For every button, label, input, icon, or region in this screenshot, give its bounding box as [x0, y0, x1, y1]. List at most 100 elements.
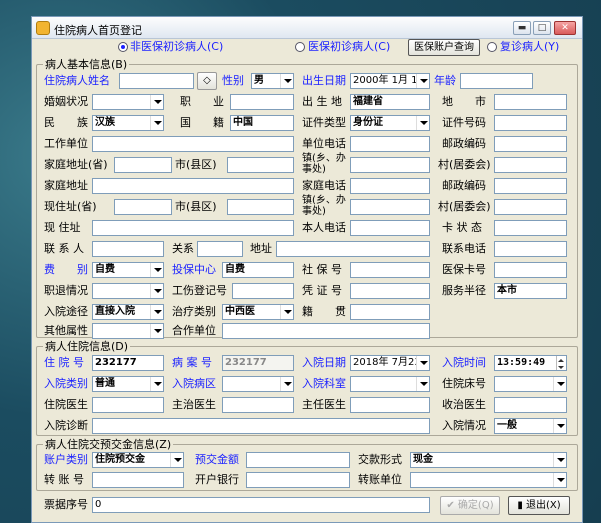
- admitting-doc-input[interactable]: [494, 397, 567, 413]
- treat-select[interactable]: 中西医: [222, 304, 294, 320]
- pay-type-select[interactable]: 现金: [410, 452, 567, 468]
- time-spin[interactable]: [556, 356, 565, 370]
- cardstatus-input[interactable]: [494, 220, 567, 236]
- pay-type-label: 交款形式: [358, 453, 402, 466]
- bank-input[interactable]: [246, 472, 350, 488]
- center-input[interactable]: 自费: [222, 262, 294, 278]
- fee-select[interactable]: 自费: [92, 262, 164, 278]
- zip2-label: 邮政编码: [442, 179, 486, 192]
- cur-town-label: 镇(乡、办事处): [302, 195, 346, 217]
- cur-province-input[interactable]: [114, 199, 172, 215]
- amount-input[interactable]: [246, 452, 350, 468]
- ss-input[interactable]: [350, 262, 430, 278]
- confirm-button[interactable]: ✔ 确定(Q): [440, 496, 500, 515]
- exit-button[interactable]: ▮ 退出(X): [508, 496, 570, 515]
- marital-select[interactable]: [92, 94, 164, 110]
- admit-type-select[interactable]: 普通: [92, 376, 164, 392]
- contactphone-label: 联系电话: [442, 242, 486, 255]
- radio-insured[interactable]: [295, 42, 305, 52]
- zip2-input[interactable]: [494, 178, 567, 194]
- case-no-label: 病 案 号: [172, 356, 212, 369]
- voucher-input[interactable]: [350, 283, 430, 299]
- relation-input[interactable]: [197, 241, 243, 257]
- home-address-label: 家庭地址: [44, 179, 88, 192]
- resident-doc-label: 住院医生: [44, 398, 88, 411]
- unitphone-input[interactable]: [350, 136, 430, 152]
- route-select[interactable]: 直接入院: [92, 304, 164, 320]
- home-province-label: 家庭地址(省): [44, 158, 108, 171]
- card-input[interactable]: [494, 262, 567, 278]
- cur-province-label: 现住址(省): [44, 200, 97, 213]
- amount-label: 预交金额: [195, 453, 239, 466]
- admit-date-select[interactable]: 2018年 7月23: [350, 355, 430, 371]
- homephone-input[interactable]: [350, 178, 430, 194]
- admit-no-input[interactable]: 232177: [92, 355, 164, 371]
- idtype-select[interactable]: 身份证: [350, 115, 430, 131]
- transfer-unit-select[interactable]: [410, 472, 567, 488]
- work-input[interactable]: [92, 136, 294, 152]
- selfphone-input[interactable]: [350, 220, 430, 236]
- card-icon: ◇: [203, 75, 211, 86]
- case-no-input[interactable]: 232177: [222, 355, 294, 371]
- age-input[interactable]: [460, 73, 533, 89]
- radio-revisit[interactable]: [487, 42, 497, 52]
- birthplace-input[interactable]: 福建省: [350, 94, 430, 110]
- title-bar: 住院病人首页登记 ▬ □ ✕: [32, 17, 582, 39]
- birth-date-select[interactable]: 2000年 1月 1: [350, 73, 430, 89]
- director-doc-input[interactable]: [350, 397, 430, 413]
- idno-input[interactable]: [494, 115, 567, 131]
- maximize-button[interactable]: □: [533, 21, 551, 35]
- cur-village-input[interactable]: [494, 199, 567, 215]
- origin-input[interactable]: [350, 304, 430, 320]
- home-province-input[interactable]: [114, 157, 172, 173]
- sex-select[interactable]: 男: [251, 73, 294, 89]
- contact-input[interactable]: [92, 241, 164, 257]
- other-select[interactable]: [92, 323, 164, 339]
- zip1-input[interactable]: [494, 136, 567, 152]
- condition-select[interactable]: 一般: [494, 418, 567, 434]
- radio-non-insured[interactable]: [118, 42, 128, 52]
- home-village-label: 村(居委会): [438, 158, 491, 171]
- transfer-no-label: 转 账 号: [44, 473, 84, 486]
- home-county-input[interactable]: [227, 157, 294, 173]
- cur-address-input[interactable]: [92, 220, 294, 236]
- jobcond-label: 职退情况: [44, 284, 88, 297]
- ward-label: 入院病区: [172, 377, 216, 390]
- diagnosis-input[interactable]: [92, 418, 430, 434]
- bank-label: 开户银行: [195, 473, 239, 486]
- home-village-input[interactable]: [494, 157, 567, 173]
- contactphone-input[interactable]: [494, 241, 567, 257]
- account-type-label: 账户类别: [44, 453, 88, 466]
- injury-label: 工伤登记号: [172, 284, 227, 297]
- admit-time-input[interactable]: 13:59:49: [494, 355, 567, 371]
- transfer-no-input[interactable]: [92, 472, 184, 488]
- name-input[interactable]: [119, 73, 194, 89]
- bed-select[interactable]: [494, 376, 567, 392]
- nation-select[interactable]: 汉族: [92, 115, 164, 131]
- relation-label: 关系: [172, 242, 194, 255]
- cur-town-input[interactable]: [350, 199, 430, 215]
- account-type-select[interactable]: 住院预交金: [92, 452, 184, 468]
- birth-label: 出生日期: [302, 74, 346, 87]
- cur-county-input[interactable]: [227, 199, 294, 215]
- radius-input[interactable]: 本市: [494, 283, 567, 299]
- close-button[interactable]: ✕: [554, 21, 576, 35]
- country-input[interactable]: 中国: [230, 115, 294, 131]
- chief-doc-input[interactable]: [222, 397, 294, 413]
- home-town-input[interactable]: [350, 157, 430, 173]
- resident-doc-input[interactable]: [92, 397, 164, 413]
- minimize-button[interactable]: ▬: [513, 21, 531, 35]
- dept-label: 入院科室: [302, 377, 346, 390]
- coop-input[interactable]: [222, 323, 430, 339]
- dept-select[interactable]: [350, 376, 430, 392]
- insurance-query-button[interactable]: 医保账户查询: [408, 39, 480, 56]
- receipt-input[interactable]: 0: [92, 497, 430, 513]
- home-address-input[interactable]: [92, 178, 294, 194]
- injury-input[interactable]: [232, 283, 294, 299]
- jobcond-select[interactable]: [92, 283, 164, 299]
- contact-address-input[interactable]: [276, 241, 430, 257]
- card-read-button[interactable]: ◇: [197, 72, 217, 90]
- city-input[interactable]: [494, 94, 567, 110]
- ward-select[interactable]: [222, 376, 294, 392]
- job-input[interactable]: [230, 94, 294, 110]
